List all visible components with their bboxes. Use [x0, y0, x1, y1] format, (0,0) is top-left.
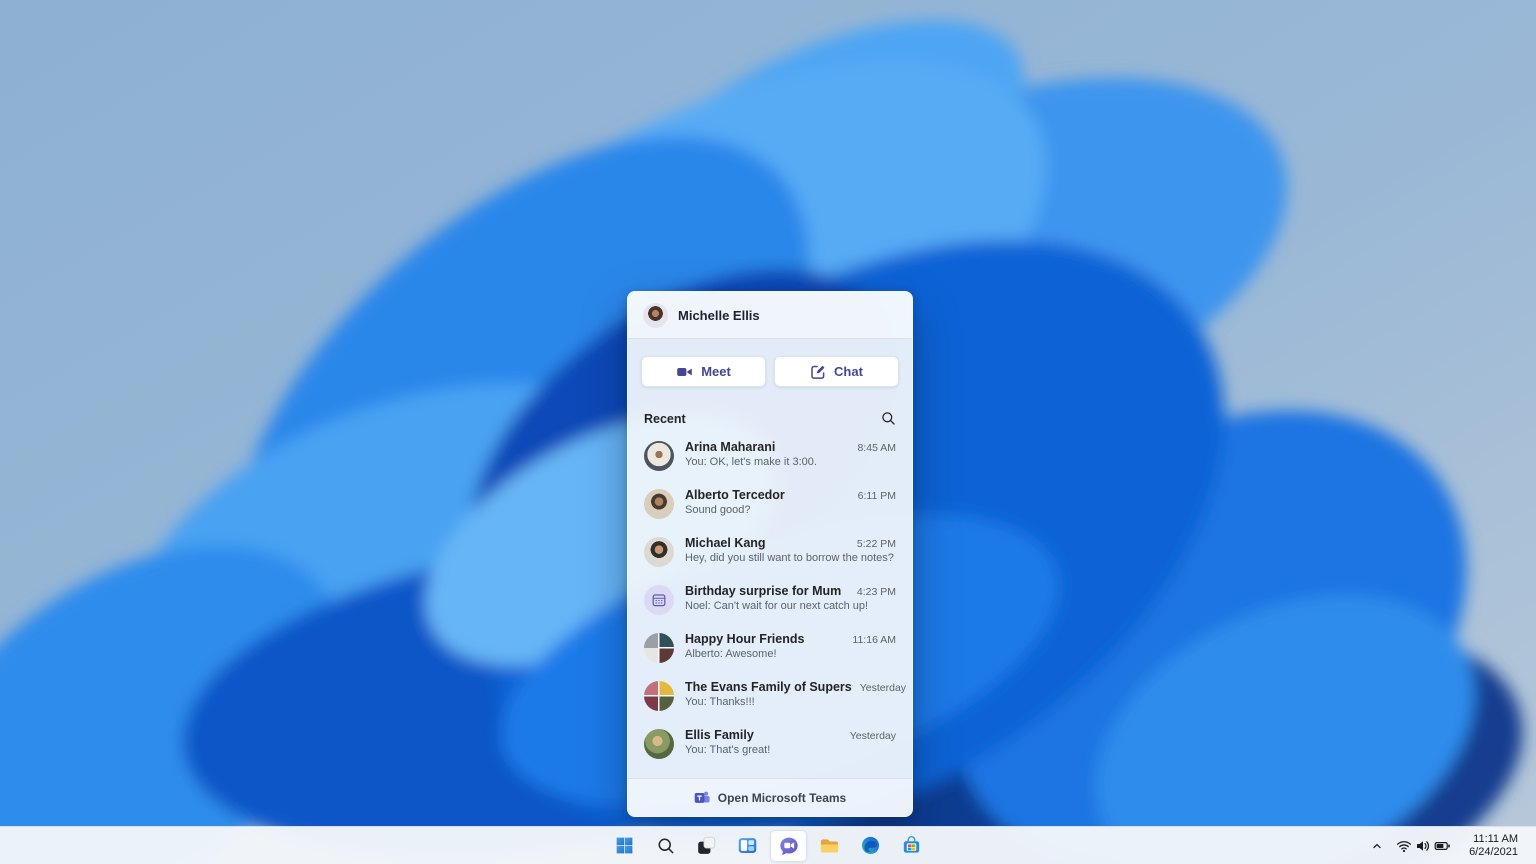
start-button[interactable] — [606, 830, 643, 862]
action-buttons-row: Meet Chat — [628, 339, 912, 387]
clock-date: 6/24/2021 — [1469, 845, 1518, 858]
clock-time: 11:11 AM — [1473, 832, 1518, 845]
battery-icon — [1434, 838, 1451, 854]
edge-browser-button[interactable] — [852, 830, 889, 862]
chat-name: Michael Kang — [685, 536, 766, 550]
folder-icon — [819, 835, 840, 856]
chat-preview: Noel: Can't wait for our next catch up! — [685, 600, 869, 612]
show-hidden-icons-button[interactable] — [1364, 830, 1390, 862]
chat-item-main: The Evans Family of Supers Yesterday You… — [685, 679, 906, 709]
chat-name: The Evans Family of Supers — [685, 680, 852, 694]
user-name: Michelle Ellis — [678, 307, 760, 323]
chat-preview: Alberto: Awesome! — [685, 648, 777, 660]
file-explorer-button[interactable] — [811, 830, 848, 862]
chat-item-main: Arina Maharani 8:45 AM You: OK, let's ma… — [685, 439, 896, 469]
chat-list-item[interactable]: Michael Kang 5:22 PM Hey, did you still … — [628, 530, 912, 578]
edge-icon — [860, 835, 881, 856]
flyout-header: Michelle Ellis — [628, 292, 912, 339]
network-volume-battery-button[interactable] — [1390, 830, 1457, 862]
search-taskbar-button[interactable] — [647, 830, 684, 862]
meet-button-label: Meet — [701, 364, 731, 379]
search-button[interactable] — [881, 411, 896, 426]
avatar — [644, 729, 674, 759]
chat-time: 5:22 PM — [856, 538, 896, 550]
chat-list-item[interactable]: The Evans Family of Supers Yesterday You… — [628, 674, 912, 722]
windows-logo-icon — [614, 835, 635, 856]
chat-preview: You: That's great! — [685, 744, 771, 756]
chat-item-main: Ellis Family Yesterday You: That's great… — [685, 727, 896, 757]
chat-preview: Hey, did you still want to borrow the no… — [685, 552, 894, 564]
chat-name: Ellis Family — [685, 728, 754, 742]
chat-preview: You: Thanks!!! — [685, 696, 755, 708]
chat-preview: You: OK, let's make it 3:00. — [685, 456, 817, 468]
teams-chat-icon — [778, 835, 800, 857]
chat-time: 4:23 PM — [856, 586, 896, 598]
avatar — [644, 489, 674, 519]
recent-label: Recent — [644, 411, 686, 426]
group-avatar — [644, 633, 674, 663]
widgets-button[interactable] — [729, 830, 766, 862]
teams-chat-flyout: Michelle Ellis Meet Chat Recent Arina Ma… — [627, 291, 913, 817]
chat-list-item[interactable]: Alberto Tercedor 6:11 PM Sound good? — [628, 482, 912, 530]
avatar — [644, 441, 674, 471]
chat-item-main: Michael Kang 5:22 PM Hey, did you still … — [685, 535, 896, 565]
chat-button[interactable]: Chat — [774, 356, 899, 387]
chat-preview: Sound good? — [685, 504, 751, 516]
chat-item-main: Happy Hour Friends 11:16 AM Alberto: Awe… — [685, 631, 896, 661]
group-avatar — [644, 681, 674, 711]
chat-list-item[interactable]: Arina Maharani 8:45 AM You: OK, let's ma… — [628, 434, 912, 482]
microsoft-store-button[interactable] — [893, 830, 930, 862]
chat-name: Arina Maharani — [685, 440, 776, 454]
chat-time: Yesterday — [849, 730, 896, 742]
teams-chat-taskbar-button[interactable] — [770, 829, 807, 862]
desktop: Michelle Ellis Meet Chat Recent Arina Ma… — [0, 0, 1536, 864]
chat-time: 6:11 PM — [857, 490, 896, 502]
clock: 11:11 AM 6/24/2021 — [1463, 833, 1526, 859]
chat-item-main: Birthday surprise for Mum 4:23 PM Noel: … — [685, 583, 896, 613]
meet-button[interactable]: Meet — [641, 356, 766, 387]
open-teams-button[interactable]: Open Microsoft Teams — [628, 778, 912, 816]
wifi-icon — [1396, 838, 1412, 854]
search-icon — [881, 411, 896, 426]
chat-time: Yesterday — [859, 682, 907, 694]
chat-list-item[interactable]: Happy Hour Friends 11:16 AM Alberto: Awe… — [628, 626, 912, 674]
avatar — [644, 537, 674, 567]
teams-logo-icon — [694, 790, 710, 805]
chat-time: 8:45 AM — [857, 442, 896, 454]
task-view-button[interactable] — [688, 830, 725, 862]
user-avatar — [643, 302, 668, 328]
recent-chat-list: Arina Maharani 8:45 AM You: OK, let's ma… — [628, 434, 912, 778]
taskbar-center-icons — [606, 827, 930, 864]
chat-time: 11:16 AM — [852, 634, 896, 646]
clock-button[interactable]: 11:11 AM 6/24/2021 — [1457, 830, 1532, 862]
chat-list-item[interactable]: Ellis Family Yesterday You: That's great… — [628, 722, 912, 770]
widgets-icon — [737, 835, 758, 856]
chat-name: Happy Hour Friends — [685, 632, 805, 646]
chat-item-main: Alberto Tercedor 6:11 PM Sound good? — [685, 487, 896, 517]
system-tray: 11:11 AM 6/24/2021 — [1364, 827, 1532, 864]
volume-icon — [1415, 838, 1431, 854]
search-icon — [656, 836, 676, 856]
chevron-up-icon — [1370, 839, 1384, 853]
video-camera-icon — [676, 364, 693, 380]
chat-button-label: Chat — [834, 364, 863, 379]
chat-name: Alberto Tercedor — [685, 488, 785, 502]
calendar-icon — [651, 592, 667, 608]
task-view-icon — [696, 835, 717, 856]
compose-icon — [810, 364, 826, 380]
chat-list-item[interactable]: Birthday surprise for Mum 4:23 PM Noel: … — [628, 578, 912, 626]
open-teams-label: Open Microsoft Teams — [717, 790, 847, 805]
recent-row: Recent — [628, 387, 912, 426]
chat-name: Birthday surprise for Mum — [685, 584, 842, 598]
calendar-avatar — [644, 585, 674, 615]
taskbar: 11:11 AM 6/24/2021 — [0, 826, 1536, 864]
store-icon — [901, 835, 922, 856]
